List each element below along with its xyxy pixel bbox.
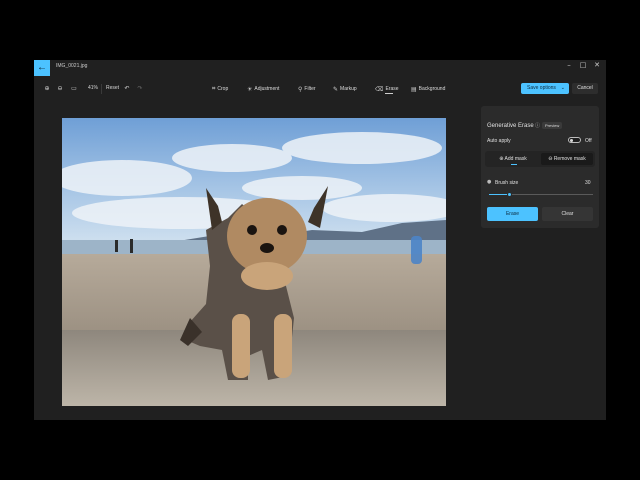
title-bar: ← IMG_0021.jpg – □ ✕ bbox=[34, 60, 606, 76]
chevron-down-icon: ⌄ bbox=[560, 85, 565, 91]
preview-badge: Preview bbox=[542, 122, 563, 129]
save-options-button[interactable]: Save options ⌄ bbox=[521, 83, 569, 94]
redo-icon: ↷ bbox=[137, 85, 143, 92]
tab-adjustment[interactable]: ☀ Adjustment bbox=[247, 83, 279, 95]
erase-icon: ⌫ bbox=[375, 85, 384, 93]
tab-erase-label: Erase bbox=[385, 86, 399, 92]
undo-icon: ↶ bbox=[124, 85, 130, 92]
panel-title: Generative Erase bbox=[487, 123, 534, 129]
arrow-left-icon: ← bbox=[37, 62, 47, 73]
auto-apply-toggle[interactable] bbox=[568, 137, 581, 143]
maximize-button[interactable]: □ bbox=[576, 60, 590, 72]
zoom-in-button[interactable]: ⊕ bbox=[42, 84, 52, 94]
close-button[interactable]: ✕ bbox=[590, 60, 604, 72]
photo-canvas[interactable] bbox=[62, 118, 446, 406]
minimize-button[interactable]: – bbox=[562, 60, 576, 72]
auto-apply-state: Off bbox=[585, 138, 592, 144]
add-mask-icon: ⊕ bbox=[499, 156, 504, 162]
minimize-icon: – bbox=[567, 61, 571, 69]
brush-size-value: 30 bbox=[585, 180, 591, 186]
save-options-label: Save options bbox=[527, 85, 556, 91]
close-icon: ✕ bbox=[594, 61, 600, 69]
active-tab-indicator bbox=[385, 93, 393, 94]
toolbar-divider bbox=[101, 84, 102, 94]
zoom-in-icon: ⊕ bbox=[44, 85, 50, 92]
generative-erase-panel: Generative Erase ⓘ Preview Auto apply Of… bbox=[481, 106, 599, 228]
back-button[interactable]: ← bbox=[34, 60, 50, 76]
undo-button[interactable]: ↶ bbox=[122, 84, 132, 94]
reset-button[interactable]: Reset bbox=[106, 85, 119, 91]
zoom-level: 41% bbox=[88, 85, 99, 91]
maximize-icon: □ bbox=[579, 61, 587, 69]
fit-screen-button[interactable]: ▭ bbox=[69, 84, 79, 94]
zoom-out-icon: ⊖ bbox=[57, 85, 63, 92]
cancel-button[interactable]: Cancel bbox=[572, 83, 598, 94]
auto-apply-label: Auto apply bbox=[487, 138, 511, 144]
toggle-knob bbox=[570, 139, 573, 142]
remove-mask-label: Remove mask bbox=[553, 156, 586, 162]
tab-crop-label: Crop bbox=[217, 86, 229, 92]
tab-markup-label: Markup bbox=[340, 86, 357, 92]
tab-markup[interactable]: ✎ Markup bbox=[333, 83, 357, 95]
fit-screen-icon: ▭ bbox=[71, 85, 77, 92]
tab-filter[interactable]: ⚲ Filter bbox=[298, 83, 316, 95]
zoom-out-button[interactable]: ⊖ bbox=[55, 84, 65, 94]
brush-icon: ● bbox=[487, 179, 492, 185]
tab-background[interactable]: ▤ Background bbox=[411, 83, 445, 95]
mask-mode-selector: ⊕ Add mask ⊖ Remove mask bbox=[485, 151, 595, 167]
crop-icon: ⌗ bbox=[212, 85, 216, 92]
tab-filter-label: Filter bbox=[304, 86, 316, 92]
filter-icon: ⚲ bbox=[298, 85, 303, 93]
add-mask-label: Add mask bbox=[504, 156, 527, 162]
add-mask-indicator bbox=[511, 164, 517, 165]
info-icon[interactable]: ⓘ bbox=[535, 122, 540, 129]
brush-size-slider[interactable] bbox=[489, 192, 593, 197]
brush-size-label: Brush size bbox=[495, 180, 519, 186]
file-name: IMG_0021.jpg bbox=[56, 63, 88, 69]
clear-button[interactable]: Clear bbox=[542, 207, 593, 221]
brush-size-slider-thumb[interactable] bbox=[506, 192, 512, 197]
tab-crop[interactable]: ⌗ Crop bbox=[212, 83, 228, 95]
tab-background-label: Background bbox=[418, 86, 446, 92]
adjustment-icon: ☀ bbox=[247, 85, 253, 93]
tab-adjustment-label: Adjustment bbox=[254, 86, 280, 92]
markup-icon: ✎ bbox=[333, 85, 339, 93]
remove-mask-button[interactable]: ⊖ Remove mask bbox=[541, 153, 593, 165]
remove-mask-icon: ⊖ bbox=[548, 156, 553, 162]
background-icon: ▤ bbox=[411, 85, 417, 93]
erase-button[interactable]: Erase bbox=[487, 207, 538, 221]
redo-button[interactable]: ↷ bbox=[135, 84, 145, 94]
photos-app-window: ← IMG_0021.jpg – □ ✕ ⊕ ⊖ ▭ 41% Reset ↶ ↷… bbox=[34, 60, 606, 420]
